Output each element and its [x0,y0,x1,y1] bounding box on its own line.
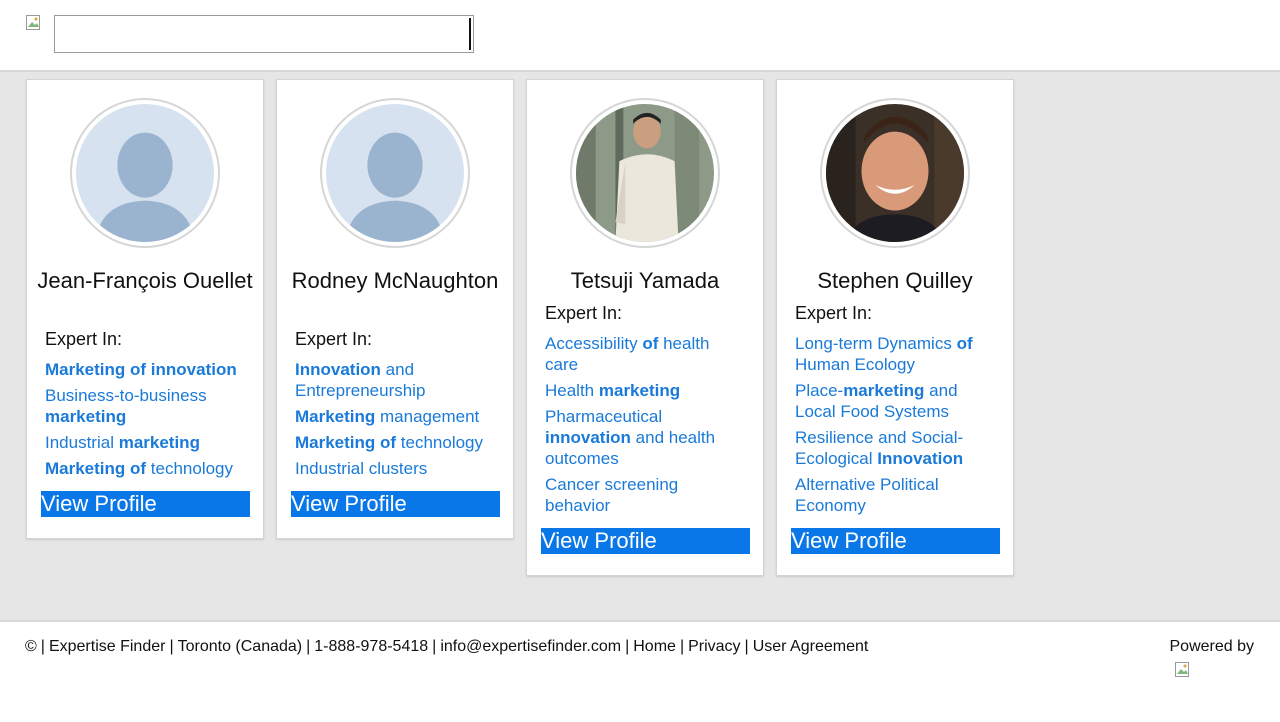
view-profile-button[interactable]: View Profile [541,528,750,554]
footer-links: © | Expertise Finder | Toronto (Canada) | 1-88… [25,638,869,655]
topic-link[interactable]: Resilience and Social-Ecological Innovat… [795,427,990,469]
header [0,0,1280,72]
topic-link[interactable]: Innovation and Entrepreneurship [295,359,490,401]
footer-phone: 1-888-978-5418 [314,638,429,655]
topic-link[interactable]: Marketing of innovation [45,359,240,380]
view-profile-button[interactable]: View Profile [291,491,500,517]
expert-in-label: Expert In: [295,329,373,349]
topic-link[interactable]: Industrial clusters [295,458,490,479]
powered-by-logo[interactable] [1175,662,1191,678]
person-silhouette-icon [76,104,214,242]
expert-name: Tetsuji Yamada [570,268,720,293]
topic-link[interactable]: Marketing management [295,406,490,427]
footer-email-link[interactable]: info@expertisefinder.com [440,638,621,655]
avatar[interactable] [70,98,220,248]
view-profile-button[interactable]: View Profile [791,528,1000,554]
topic-link[interactable]: Pharmaceutical innovation and health out… [545,406,740,469]
topic-link[interactable]: Marketing of technology [295,432,490,453]
powered-by-label: Powered by [1169,638,1255,655]
search-input[interactable] [55,16,473,52]
view-profile-button[interactable]: View Profile [41,491,250,517]
topic-list: Innovation and Entrepreneurship Marketing… [295,359,490,484]
footer-home-link[interactable]: Home [633,638,676,655]
expert-photo [576,104,714,242]
topic-link[interactable]: Marketing of technology [45,458,240,479]
expert-in-label: Expert In: [545,303,623,323]
topic-list: Long-term Dynamics of Human Ecology Place… [795,333,990,521]
topic-link[interactable]: Health marketing [545,380,740,401]
footer-org: Expertise Finder [48,638,166,655]
text-cursor [469,18,471,50]
copyright-symbol: © [25,638,37,655]
expert-card: Stephen Quilley Expert In: Long-term Dyn… [776,79,1014,576]
expert-card: Rodney McNaughton Expert In: Innovation … [276,79,514,539]
expert-in-label: Expert In: [795,303,873,323]
expert-card: Jean-François Ouellet Expert In: Marketi… [26,79,264,539]
topic-link[interactable]: Accessibility of health care [545,333,740,375]
topic-link[interactable]: Industrial marketing [45,432,240,453]
footer-privacy-link[interactable]: Privacy [688,638,740,655]
avatar[interactable] [320,98,470,248]
results-area: Jean-François Ouellet Expert In: Marketi… [0,72,1280,620]
expert-in-label: Expert In: [45,329,123,349]
topic-link[interactable]: Alternative Political Economy [795,474,990,516]
expert-name: Jean-François Ouellet [37,268,253,293]
expert-name: Stephen Quilley [817,268,973,293]
avatar[interactable] [570,98,720,248]
topic-link[interactable]: Business-to-business marketing [45,385,240,427]
expert-card: Tetsuji Yamada Expert In: Accessibility … [526,79,764,576]
topic-link[interactable]: Place-marketing and Local Food Systems [795,380,990,422]
logo-image[interactable] [26,15,42,31]
topic-list: Accessibility of health care Health marke… [545,333,740,521]
topic-link[interactable]: Cancer screening behavior [545,474,740,516]
person-silhouette-icon [326,104,464,242]
topic-list: Marketing of innovation Business-to-busin… [45,359,240,484]
avatar[interactable] [820,98,970,248]
footer: © | Expertise Finder | Toronto (Canada) | 1-88… [0,620,1280,722]
footer-agreement-link[interactable]: User Agreement [753,638,869,655]
topic-link[interactable]: Long-term Dynamics of Human Ecology [795,333,990,375]
expert-name: Rodney McNaughton [291,268,499,293]
search-box[interactable] [54,15,474,53]
expert-photo [826,104,964,242]
footer-location: Toronto (Canada) [177,638,303,655]
